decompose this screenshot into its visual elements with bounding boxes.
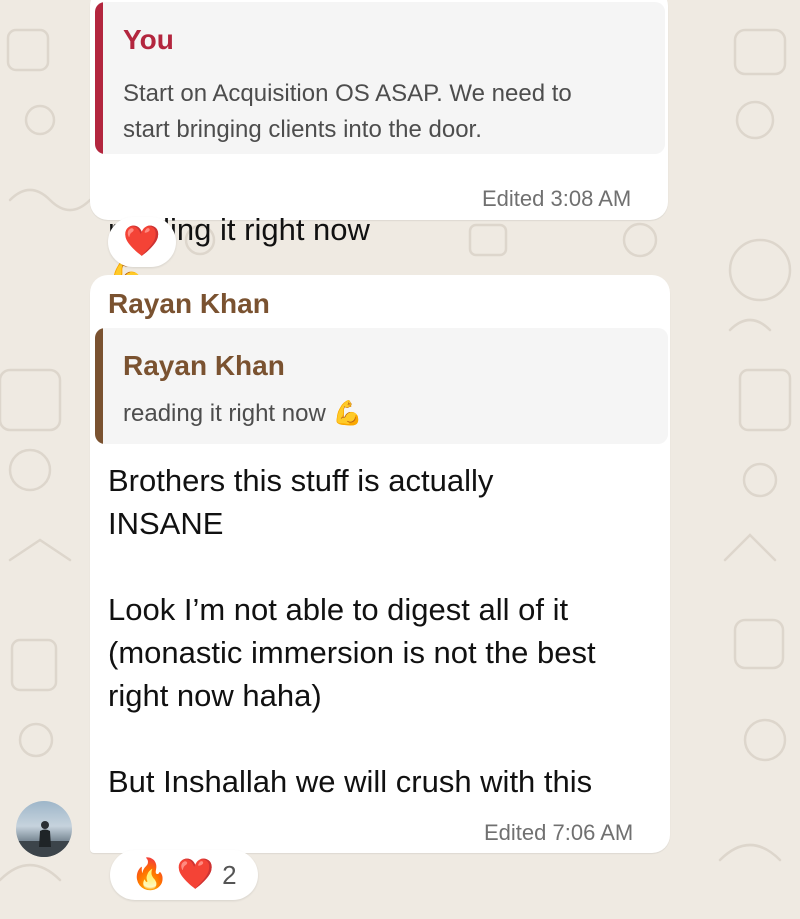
sender-avatar[interactable]: [16, 801, 72, 857]
quote-accent-bar: [95, 2, 103, 154]
quoted-sender-name: You: [123, 24, 174, 55]
quoted-text-content: reading it right now: [123, 400, 326, 427]
flexed-biceps-emoji: 💪: [332, 400, 363, 427]
avatar-photo-icon: [16, 821, 72, 857]
quoted-message[interactable]: Rayan Khan reading it right now 💪: [95, 328, 668, 444]
reaction-bubble-2[interactable]: 🔥 ❤️ 2: [110, 850, 258, 900]
message-text: Brothers this stuff is actually INSANE L…: [108, 463, 596, 799]
message-bubble-1[interactable]: You Start on Acquisition OS ASAP. We nee…: [90, 0, 668, 289]
sender-name[interactable]: Rayan Khan: [108, 288, 270, 320]
quoted-text: Start on Acquisition OS ASAP. We need to…: [123, 80, 572, 143]
reaction-bubble-1[interactable]: ❤️: [108, 217, 176, 267]
quoted-text: reading it right now 💪: [123, 396, 362, 432]
quote-accent-bar: [95, 328, 103, 444]
message-bubble-2[interactable]: Rayan Khan Rayan Khan reading it right n…: [90, 275, 670, 853]
message-meta: Edited 7:06 AM: [484, 820, 634, 845]
fire-reaction-icon: 🔥: [131, 858, 169, 891]
reaction-count: 2: [222, 859, 237, 890]
message-meta: Edited 3:08 AM: [482, 186, 632, 211]
heart-reaction-icon: ❤️: [176, 858, 215, 891]
quoted-sender-name: Rayan Khan: [123, 350, 285, 381]
quoted-message[interactable]: You Start on Acquisition OS ASAP. We nee…: [95, 2, 665, 154]
heart-reaction-icon: ❤️: [123, 225, 161, 258]
